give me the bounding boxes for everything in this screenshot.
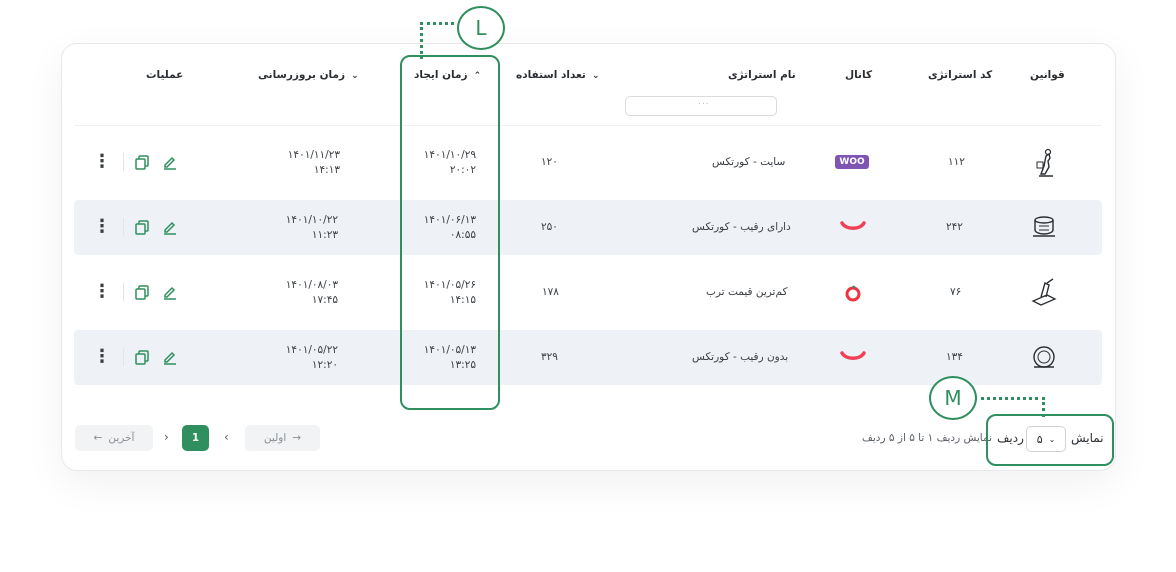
strategy-name-search-input[interactable]: ... (625, 96, 777, 116)
digikala-smile-icon (838, 218, 868, 234)
more-options-icon[interactable]: ⋮ (93, 150, 111, 174)
callout-l-connector (420, 22, 461, 59)
strategy-name: بدون رقیب - کورتکس (692, 351, 789, 363)
edit-pencil-icon[interactable] (160, 217, 180, 237)
action-separator (123, 283, 124, 301)
updated-datetime: ۱۴۰۱/۰۵/۲۲ ۱۲:۲۰ (285, 344, 338, 371)
strategy-code: ۱۱۲ (948, 156, 965, 168)
col-header-channel: کانال (845, 69, 873, 81)
updated-datetime: ۱۴۰۱/۱۰/۲۲ ۱۱:۲۳ (285, 214, 338, 241)
digikala-smile-icon (838, 348, 868, 364)
rule-figure-icon (1028, 211, 1060, 243)
col-header-strategy-code: کد استراتژی (928, 69, 993, 81)
torob-ring-icon (842, 282, 864, 304)
edit-pencil-icon[interactable] (160, 282, 180, 302)
woo-logo-icon: WOO (835, 152, 869, 172)
callout-l-highlight (400, 55, 500, 410)
page-size-select[interactable]: ۵ ⌄ (1026, 426, 1066, 452)
usage-count: ۳۲۹ (541, 351, 558, 363)
first-page-button[interactable]: اولین → (245, 425, 320, 451)
copy-icon[interactable] (132, 217, 152, 237)
usage-count: ۱۷۸ (542, 286, 559, 298)
more-options-icon[interactable]: ⋮ (93, 215, 111, 239)
col-header-usage-count[interactable]: ⌄ تعداد استفاده (516, 69, 600, 81)
strategy-code: ۲۴۲ (946, 221, 963, 233)
more-options-icon[interactable]: ⋮ (93, 345, 111, 369)
strategy-name: سایت - کورتکس (712, 156, 786, 168)
header-divider (74, 125, 1102, 126)
strategy-name: کم‌ترین قیمت ترب (706, 286, 788, 298)
updated-datetime: ۱۴۰۱/۰۸/۰۳ ۱۷:۴۵ (285, 279, 338, 306)
col-header-rules: قوانین (1030, 69, 1065, 81)
callout-m-connector (974, 397, 1045, 417)
show-label: نمایش (1071, 431, 1104, 445)
action-separator (123, 153, 124, 171)
prev-page-chevron-icon[interactable]: ‹ (224, 430, 229, 444)
more-options-icon[interactable]: ⋮ (93, 280, 111, 304)
copy-icon[interactable] (132, 152, 152, 172)
rule-figure-icon (1030, 146, 1058, 178)
rule-figure-icon (1028, 341, 1060, 373)
pagination-summary: نمایش ردیف ۱ تا ۵ از ۵ ردیف (862, 432, 992, 444)
strategy-name: دارای رقیب - کورتکس (692, 221, 791, 233)
rows-label: ردیف (997, 431, 1024, 445)
usage-count: ۲۵۰ (541, 221, 558, 233)
action-separator (123, 218, 124, 236)
callout-l-badge: L (457, 6, 505, 50)
col-header-strategy-name: نام استراتژی (728, 69, 796, 81)
updated-datetime: ۱۴۰۱/۱۱/۲۳ ۱۴:۱۳ (287, 149, 340, 176)
copy-icon[interactable] (132, 282, 152, 302)
action-separator (123, 348, 124, 366)
usage-count: ۱۲۰ (541, 156, 558, 168)
strategy-code: ۷۶ (950, 286, 962, 298)
arrow-right-icon: → (292, 432, 302, 444)
strategy-code: ۱۳۴ (946, 351, 963, 363)
next-page-chevron-icon[interactable]: › (164, 430, 169, 444)
callout-m-badge: M (929, 376, 977, 420)
chevron-down-icon: ⌄ (1048, 434, 1056, 444)
col-header-actions: عملیات (146, 69, 184, 81)
col-header-updated-time[interactable]: ⌄ زمان بروزرسانی (258, 69, 359, 81)
arrow-left-icon: ← (93, 432, 103, 444)
chevron-down-icon: ⌄ (351, 71, 359, 81)
edit-pencil-icon[interactable] (160, 347, 180, 367)
edit-pencil-icon[interactable] (160, 152, 180, 172)
chevron-down-icon: ⌄ (592, 71, 600, 81)
last-page-button[interactable]: ← آخرین (75, 425, 153, 451)
page-number-button[interactable]: 1 (182, 425, 209, 451)
rule-figure-icon (1028, 276, 1060, 308)
copy-icon[interactable] (132, 347, 152, 367)
table-row (74, 265, 1102, 320)
